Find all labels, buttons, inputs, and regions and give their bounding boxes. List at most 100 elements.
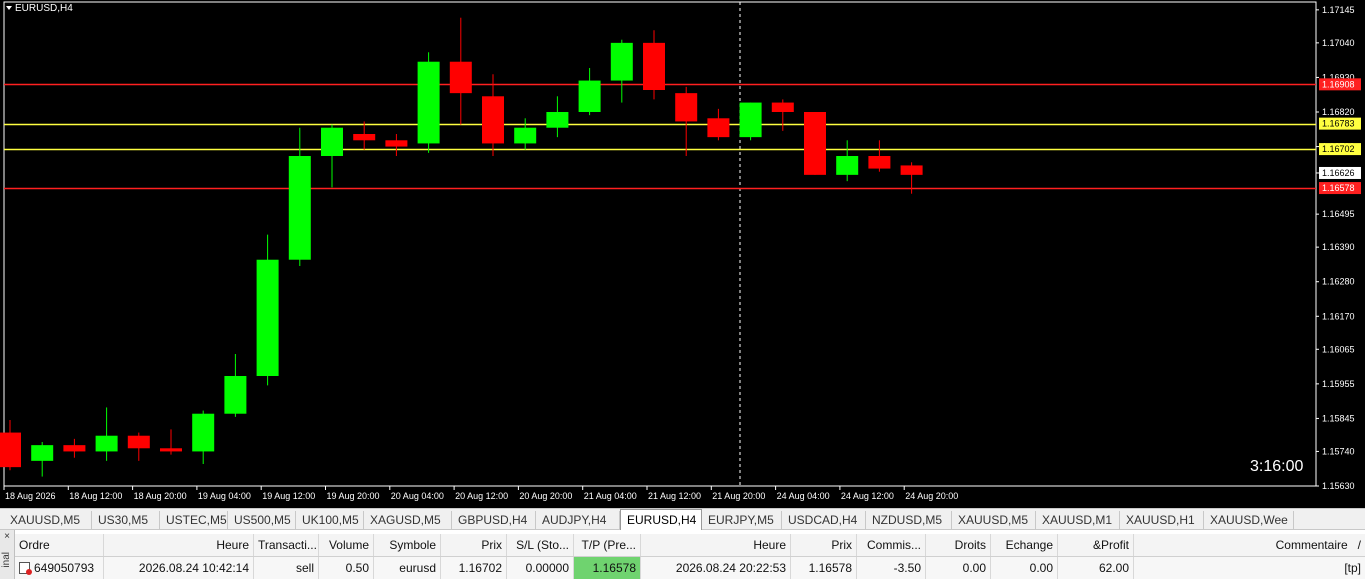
tab-xauusd-m5[interactable]: XAUUSD,M5 [4, 511, 92, 529]
type-cell: sell [254, 557, 319, 579]
tab-ustec-m5[interactable]: USTEC,M5 [160, 511, 228, 529]
candle-body [417, 61, 440, 144]
candle-body [449, 61, 472, 94]
candle-body [900, 165, 923, 175]
candle [127, 432, 150, 461]
profit-cell: 62.00 [1058, 557, 1134, 579]
time-tick-label: 19 Aug 12:00 [262, 491, 315, 501]
tab-xauusd-wee[interactable]: XAUUSD,Wee [1204, 511, 1294, 529]
tab-us30-m5[interactable]: US30,M5 [92, 511, 160, 529]
time-tick-label: 24 Aug 04:00 [777, 491, 830, 501]
col-profit[interactable]: &Profit [1058, 534, 1134, 556]
tab-audjpy-h4[interactable]: AUDJPY,H4 [536, 511, 620, 529]
level-price-label: 1.16702 [1322, 144, 1355, 154]
time-tick-label: 20 Aug 04:00 [391, 491, 444, 501]
terminal-panel: × inal Ordre Heure Transacti... Volume S… [0, 530, 1365, 579]
candle-body [771, 102, 794, 112]
open-time-cell: 2026.08.24 10:42:14 [104, 557, 254, 579]
swap-cell: 0.00 [991, 557, 1058, 579]
price-tick-label: 1.16820 [1322, 107, 1355, 117]
price-tick-label: 1.16495 [1322, 209, 1355, 219]
price-tick-label: 1.15630 [1322, 481, 1355, 491]
candle [868, 140, 891, 172]
price-tick-label: 1.16065 [1322, 344, 1355, 354]
col-type[interactable]: Transacti... [254, 534, 319, 556]
candle-body [0, 432, 21, 468]
col-symbol[interactable]: Symbole [374, 534, 441, 556]
time-tick-label: 21 Aug 04:00 [584, 491, 637, 501]
col-sl[interactable]: S/L (Sto... [507, 534, 574, 556]
col-tp[interactable]: T/P (Pre... [574, 534, 641, 556]
col-commission[interactable]: Commis... [857, 534, 926, 556]
time-tick-label: 18 Aug 20:00 [134, 491, 187, 501]
candle-body [31, 445, 54, 461]
col-close-time[interactable]: Heure [641, 534, 791, 556]
time-tick-label: 21 Aug 20:00 [712, 491, 765, 501]
col-comment-label: Commentaire [1275, 538, 1348, 552]
candle-body [643, 42, 665, 90]
tab-gbpusd-h4[interactable]: GBPUSD,H4 [452, 511, 536, 529]
symbol-cell: eurusd [374, 557, 441, 579]
symbol-label[interactable]: EURUSD,H4 [6, 3, 73, 14]
candle [63, 438, 86, 458]
col-time[interactable]: Heure [104, 534, 254, 556]
col-order[interactable]: Ordre [15, 534, 104, 556]
candle [31, 442, 54, 477]
tab-xagusd-m5[interactable]: XAGUSD,M5 [364, 511, 452, 529]
candle-body [95, 435, 118, 452]
candle-body [385, 140, 408, 147]
tab-us500-m5[interactable]: US500,M5 [228, 511, 296, 529]
candle-body [707, 118, 730, 138]
terminal-side-strip: × inal [0, 530, 15, 579]
col-volume[interactable]: Volume [319, 534, 374, 556]
tab-nzdusd-m5[interactable]: NZDUSD,M5 [866, 511, 952, 529]
chart-area[interactable]: 1.171451.170401.169301.168201.167101.166… [0, 0, 1365, 508]
candle-body [804, 112, 826, 175]
candle-body [675, 93, 698, 122]
history-table-header: Ordre Heure Transacti... Volume Symbole … [15, 534, 1365, 557]
time-tick-label: 24 Aug 20:00 [905, 491, 958, 501]
terminal-side-label: inal [1, 552, 12, 568]
time-tick-label: 18 Aug 2026 [5, 491, 56, 501]
candle-body [160, 448, 182, 452]
candle [836, 140, 859, 182]
candle [643, 30, 665, 100]
close-price-cell: 1.16578 [791, 557, 857, 579]
time-tick-label: 19 Aug 20:00 [327, 491, 380, 501]
candle-body [578, 80, 601, 112]
col-close-price[interactable]: Prix [791, 534, 857, 556]
comment-cell: [tp] [1344, 561, 1361, 575]
tab-eurjpy-m5[interactable]: EURJPY,M5 [702, 511, 782, 529]
tab-xauusd-h1[interactable]: XAUUSD,H1 [1120, 511, 1204, 529]
candle [192, 410, 215, 464]
candle [739, 102, 762, 141]
tab-usdcad-h4[interactable]: USDCAD,H4 [782, 511, 866, 529]
level-price-label: 1.16578 [1322, 183, 1355, 193]
candle [546, 96, 569, 138]
tab-eurusd-h4[interactable]: EURUSD,H4 [620, 509, 702, 530]
tab-xauusd-m5[interactable]: XAUUSD,M5 [952, 511, 1036, 529]
price-tick-label: 1.16390 [1322, 242, 1355, 252]
time-tick-label: 21 Aug 12:00 [648, 491, 701, 501]
commission-cell: -3.50 [857, 557, 926, 579]
candle-body [353, 134, 376, 141]
candle-body [610, 42, 633, 81]
price-tick-label: 1.15740 [1322, 446, 1355, 456]
candle-body [868, 156, 891, 169]
candlestick-chart[interactable]: 1.171451.170401.169301.168201.167101.166… [0, 0, 1365, 508]
table-row[interactable]: 649050793 2026.08.24 10:42:14 sell 0.50 … [15, 557, 1365, 579]
tab-xauusd-m1[interactable]: XAUUSD,M1 [1036, 511, 1120, 529]
candle-body [546, 112, 569, 128]
fees-cell: 0.00 [926, 557, 991, 579]
sort-indicator: / [1357, 538, 1361, 552]
tab-uk100-m5[interactable]: UK100,M5 [296, 511, 364, 529]
col-swap[interactable]: Echange [991, 534, 1058, 556]
candle [417, 52, 440, 153]
close-icon[interactable]: × [2, 532, 12, 542]
col-comment[interactable]: Commentaire / [1134, 534, 1365, 556]
col-price[interactable]: Prix [441, 534, 507, 556]
candle-body [514, 127, 537, 144]
candle-body [288, 156, 311, 260]
candle-body [739, 102, 762, 138]
col-fees[interactable]: Droits [926, 534, 991, 556]
